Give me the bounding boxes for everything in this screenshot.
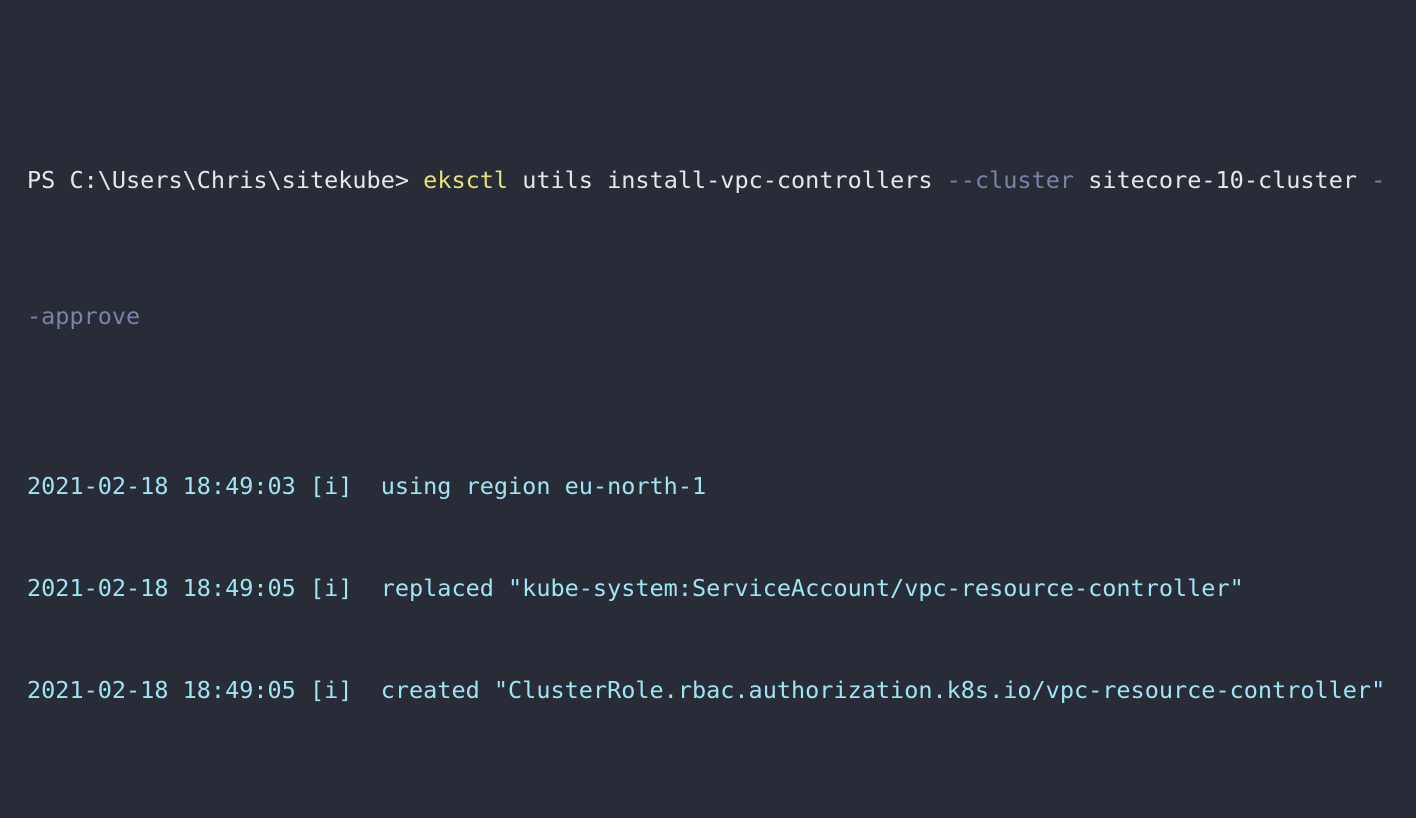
output-blank-line: [27, 775, 1416, 809]
command-name: eksctl: [423, 166, 509, 194]
output-line: 2021-02-18 18:49:05 [i] created "Cluster…: [27, 673, 1416, 707]
command-line-wrap: -approve: [27, 299, 1416, 333]
command-flag: --cluster: [946, 166, 1075, 194]
shell-prompt: PS C:\Users\Chris\sitekube>: [27, 166, 410, 194]
flag-space: [1074, 166, 1088, 194]
command-space: [508, 166, 522, 194]
line-text: 2021-02-18 18:49:05 [i] replaced "kube-s…: [27, 574, 1244, 602]
command-args: utils install-vpc-controllers: [522, 166, 933, 194]
command-flag-value: sitecore-10-cluster: [1088, 166, 1358, 194]
terminal-window[interactable]: PS C:\Users\Chris\sitekube> eksctl utils…: [0, 0, 1416, 818]
line-text: 2021-02-18 18:49:03 [i] using region eu-…: [27, 472, 707, 500]
line-text: 2021-02-18 18:49:05 [i] created "Cluster…: [27, 676, 1386, 704]
args-space: [933, 166, 947, 194]
output-line: 2021-02-18 18:49:03 [i] using region eu-…: [27, 469, 1416, 503]
output-line: 2021-02-18 18:49:05 [i] replaced "kube-s…: [27, 571, 1416, 605]
command-wrapped-flag: -approve: [27, 302, 141, 330]
command-line: PS C:\Users\Chris\sitekube> eksctl utils…: [27, 163, 1416, 197]
terminal-screen: PS C:\Users\Chris\sitekube> eksctl utils…: [27, 27, 1416, 818]
command-trailing-dash: -: [1357, 166, 1386, 194]
